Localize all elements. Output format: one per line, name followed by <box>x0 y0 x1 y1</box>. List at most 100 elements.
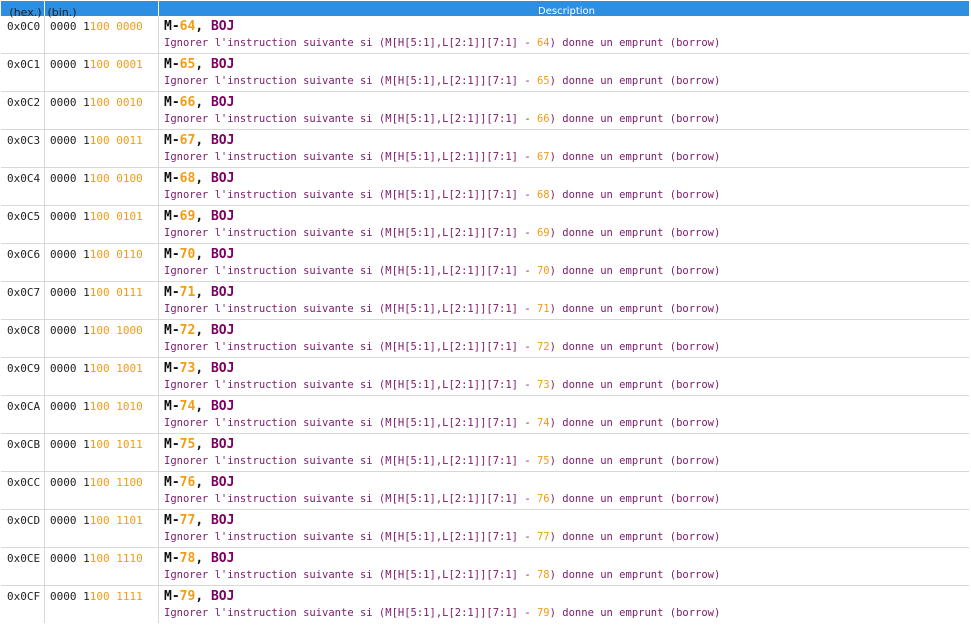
description-number: 70 <box>536 265 550 277</box>
mnemonic-separator: , <box>195 589 211 604</box>
bin-code-variable: 100 1011 <box>89 438 143 451</box>
mnemonic-op: BOJ <box>210 57 235 72</box>
mnemonic-separator: , <box>195 57 211 72</box>
mnemonic: M-77, BOJ <box>164 513 969 528</box>
mnemonic-prefix: M- <box>164 551 180 566</box>
description-suffix: ) donne un emprunt (borrow) <box>549 569 721 581</box>
bin-code-fixed: 0000 1 <box>50 210 90 223</box>
table-body: 0x0C0 0000 1100 0000 M-64, BOJ Ignorer l'in… <box>1 16 969 623</box>
hex-code: 0x0CC <box>1 472 45 509</box>
bin-code-variable: 100 0011 <box>89 134 143 147</box>
description-text: Ignorer l'instruction suivante si (M[H[5… <box>164 606 969 620</box>
header-bin: (bin.) <box>45 1 159 19</box>
mnemonic-op: BOJ <box>210 361 235 376</box>
table-row: 0x0CF 0000 1100 1111 M-79, BOJ Ignorer l'in… <box>1 586 969 623</box>
description-text: Ignorer l'instruction suivante si (M[H[5… <box>164 378 969 392</box>
header-bin-label: (bin.) <box>47 6 77 19</box>
description-number: 64 <box>536 37 550 49</box>
table-row: 0x0CC 0000 1100 1100 M-76, BOJ Ignorer l'in… <box>1 472 969 510</box>
hex-code: 0x0CB <box>1 434 45 471</box>
mnemonic-number: 68 <box>179 171 196 186</box>
description-number: 65 <box>536 75 550 87</box>
table-row: 0x0C5 0000 1100 0101 M-69, BOJ Ignorer l'in… <box>1 206 969 244</box>
hex-code: 0x0C1 <box>1 54 45 91</box>
table-row: 0x0C1 0000 1100 0001 M-65, BOJ Ignorer l'in… <box>1 54 969 92</box>
bin-code-variable: 100 1000 <box>89 324 143 337</box>
bin-code-variable: 100 0101 <box>89 210 143 223</box>
bin-code: 0000 1100 0011 <box>45 130 159 167</box>
bin-code-variable: 100 0111 <box>89 286 143 299</box>
table-row: 0x0C0 0000 1100 0000 M-64, BOJ Ignorer l'in… <box>1 16 969 54</box>
bin-code-variable: 100 0000 <box>89 20 143 33</box>
hex-code: 0x0C7 <box>1 282 45 319</box>
description-prefix: Ignorer l'instruction suivante si (M[H[5… <box>164 607 537 619</box>
opcode-table: (hex.) (bin.) Description 0x0C0 0000 1100… <box>1 1 969 623</box>
description-suffix: ) donne un emprunt (borrow) <box>549 227 721 239</box>
bin-code-fixed: 0000 1 <box>50 514 90 527</box>
description-text: Ignorer l'instruction suivante si (M[H[5… <box>164 492 969 506</box>
description-cell: M-79, BOJ Ignorer l'instruction suivante … <box>159 586 969 623</box>
description-cell: M-72, BOJ Ignorer l'instruction suivante … <box>159 320 969 357</box>
mnemonic: M-74, BOJ <box>164 399 969 414</box>
description-cell: M-66, BOJ Ignorer l'instruction suivante … <box>159 92 969 129</box>
table-row: 0x0C3 0000 1100 0011 M-67, BOJ Ignorer l'in… <box>1 130 969 168</box>
table-row: 0x0CB 0000 1100 1011 M-75, BOJ Ignorer l'in… <box>1 434 969 472</box>
description-suffix: ) donne un emprunt (borrow) <box>549 189 721 201</box>
mnemonic-prefix: M- <box>164 437 180 452</box>
bin-code-fixed: 0000 1 <box>50 134 90 147</box>
bin-code: 0000 1100 1101 <box>45 510 159 547</box>
bin-code: 0000 1100 0101 <box>45 206 159 243</box>
table-row: 0x0C9 0000 1100 1001 M-73, BOJ Ignorer l'in… <box>1 358 969 396</box>
mnemonic-separator: , <box>195 285 211 300</box>
mnemonic-op: BOJ <box>210 95 235 110</box>
description-number: 66 <box>536 113 550 125</box>
description-cell: M-75, BOJ Ignorer l'instruction suivante … <box>159 434 969 471</box>
description-prefix: Ignorer l'instruction suivante si (M[H[5… <box>164 569 537 581</box>
description-cell: M-76, BOJ Ignorer l'instruction suivante … <box>159 472 969 509</box>
mnemonic: M-76, BOJ <box>164 475 969 490</box>
bin-code: 0000 1100 1100 <box>45 472 159 509</box>
bin-code: 0000 1100 0110 <box>45 244 159 281</box>
mnemonic-number: 77 <box>179 513 196 528</box>
description-number: 76 <box>536 493 550 505</box>
table-row: 0x0CE 0000 1100 1110 M-78, BOJ Ignorer l'in… <box>1 548 969 586</box>
description-suffix: ) donne un emprunt (borrow) <box>549 151 721 163</box>
bin-code: 0000 1100 1001 <box>45 358 159 395</box>
description-text: Ignorer l'instruction suivante si (M[H[5… <box>164 302 969 316</box>
hex-code: 0x0CE <box>1 548 45 585</box>
bin-code: 0000 1100 0111 <box>45 282 159 319</box>
description-prefix: Ignorer l'instruction suivante si (M[H[5… <box>164 379 537 391</box>
mnemonic-op: BOJ <box>210 285 235 300</box>
bin-code: 0000 1100 0001 <box>45 54 159 91</box>
mnemonic-separator: , <box>195 19 211 34</box>
mnemonic-prefix: M- <box>164 475 180 490</box>
bin-code-fixed: 0000 1 <box>50 324 90 337</box>
mnemonic-separator: , <box>195 209 211 224</box>
description-prefix: Ignorer l'instruction suivante si (M[H[5… <box>164 151 537 163</box>
bin-code-variable: 100 0010 <box>89 96 143 109</box>
mnemonic-number: 66 <box>179 95 196 110</box>
mnemonic-op: BOJ <box>210 437 235 452</box>
bin-code-fixed: 0000 1 <box>50 20 90 33</box>
bin-code-variable: 100 0110 <box>89 248 143 261</box>
hex-code: 0x0C4 <box>1 168 45 205</box>
description-cell: M-67, BOJ Ignorer l'instruction suivante … <box>159 130 969 167</box>
description-cell: M-64, BOJ Ignorer l'instruction suivante … <box>159 16 969 53</box>
description-suffix: ) donne un emprunt (borrow) <box>549 75 721 87</box>
bin-code-fixed: 0000 1 <box>50 58 90 71</box>
description-prefix: Ignorer l'instruction suivante si (M[H[5… <box>164 531 537 543</box>
bin-code-variable: 100 0100 <box>89 172 143 185</box>
mnemonic-number: 71 <box>179 285 196 300</box>
mnemonic-separator: , <box>195 171 211 186</box>
mnemonic-number: 67 <box>179 133 196 148</box>
bin-code: 0000 1100 1110 <box>45 548 159 585</box>
description-suffix: ) donne un emprunt (borrow) <box>549 379 721 391</box>
description-text: Ignorer l'instruction suivante si (M[H[5… <box>164 112 969 126</box>
mnemonic-prefix: M- <box>164 19 180 34</box>
mnemonic: M-66, BOJ <box>164 95 969 110</box>
mnemonic-number: 70 <box>179 247 196 262</box>
mnemonic-separator: , <box>195 475 211 490</box>
mnemonic-prefix: M- <box>164 57 180 72</box>
bin-code: 0000 1100 0010 <box>45 92 159 129</box>
hex-code: 0x0C3 <box>1 130 45 167</box>
